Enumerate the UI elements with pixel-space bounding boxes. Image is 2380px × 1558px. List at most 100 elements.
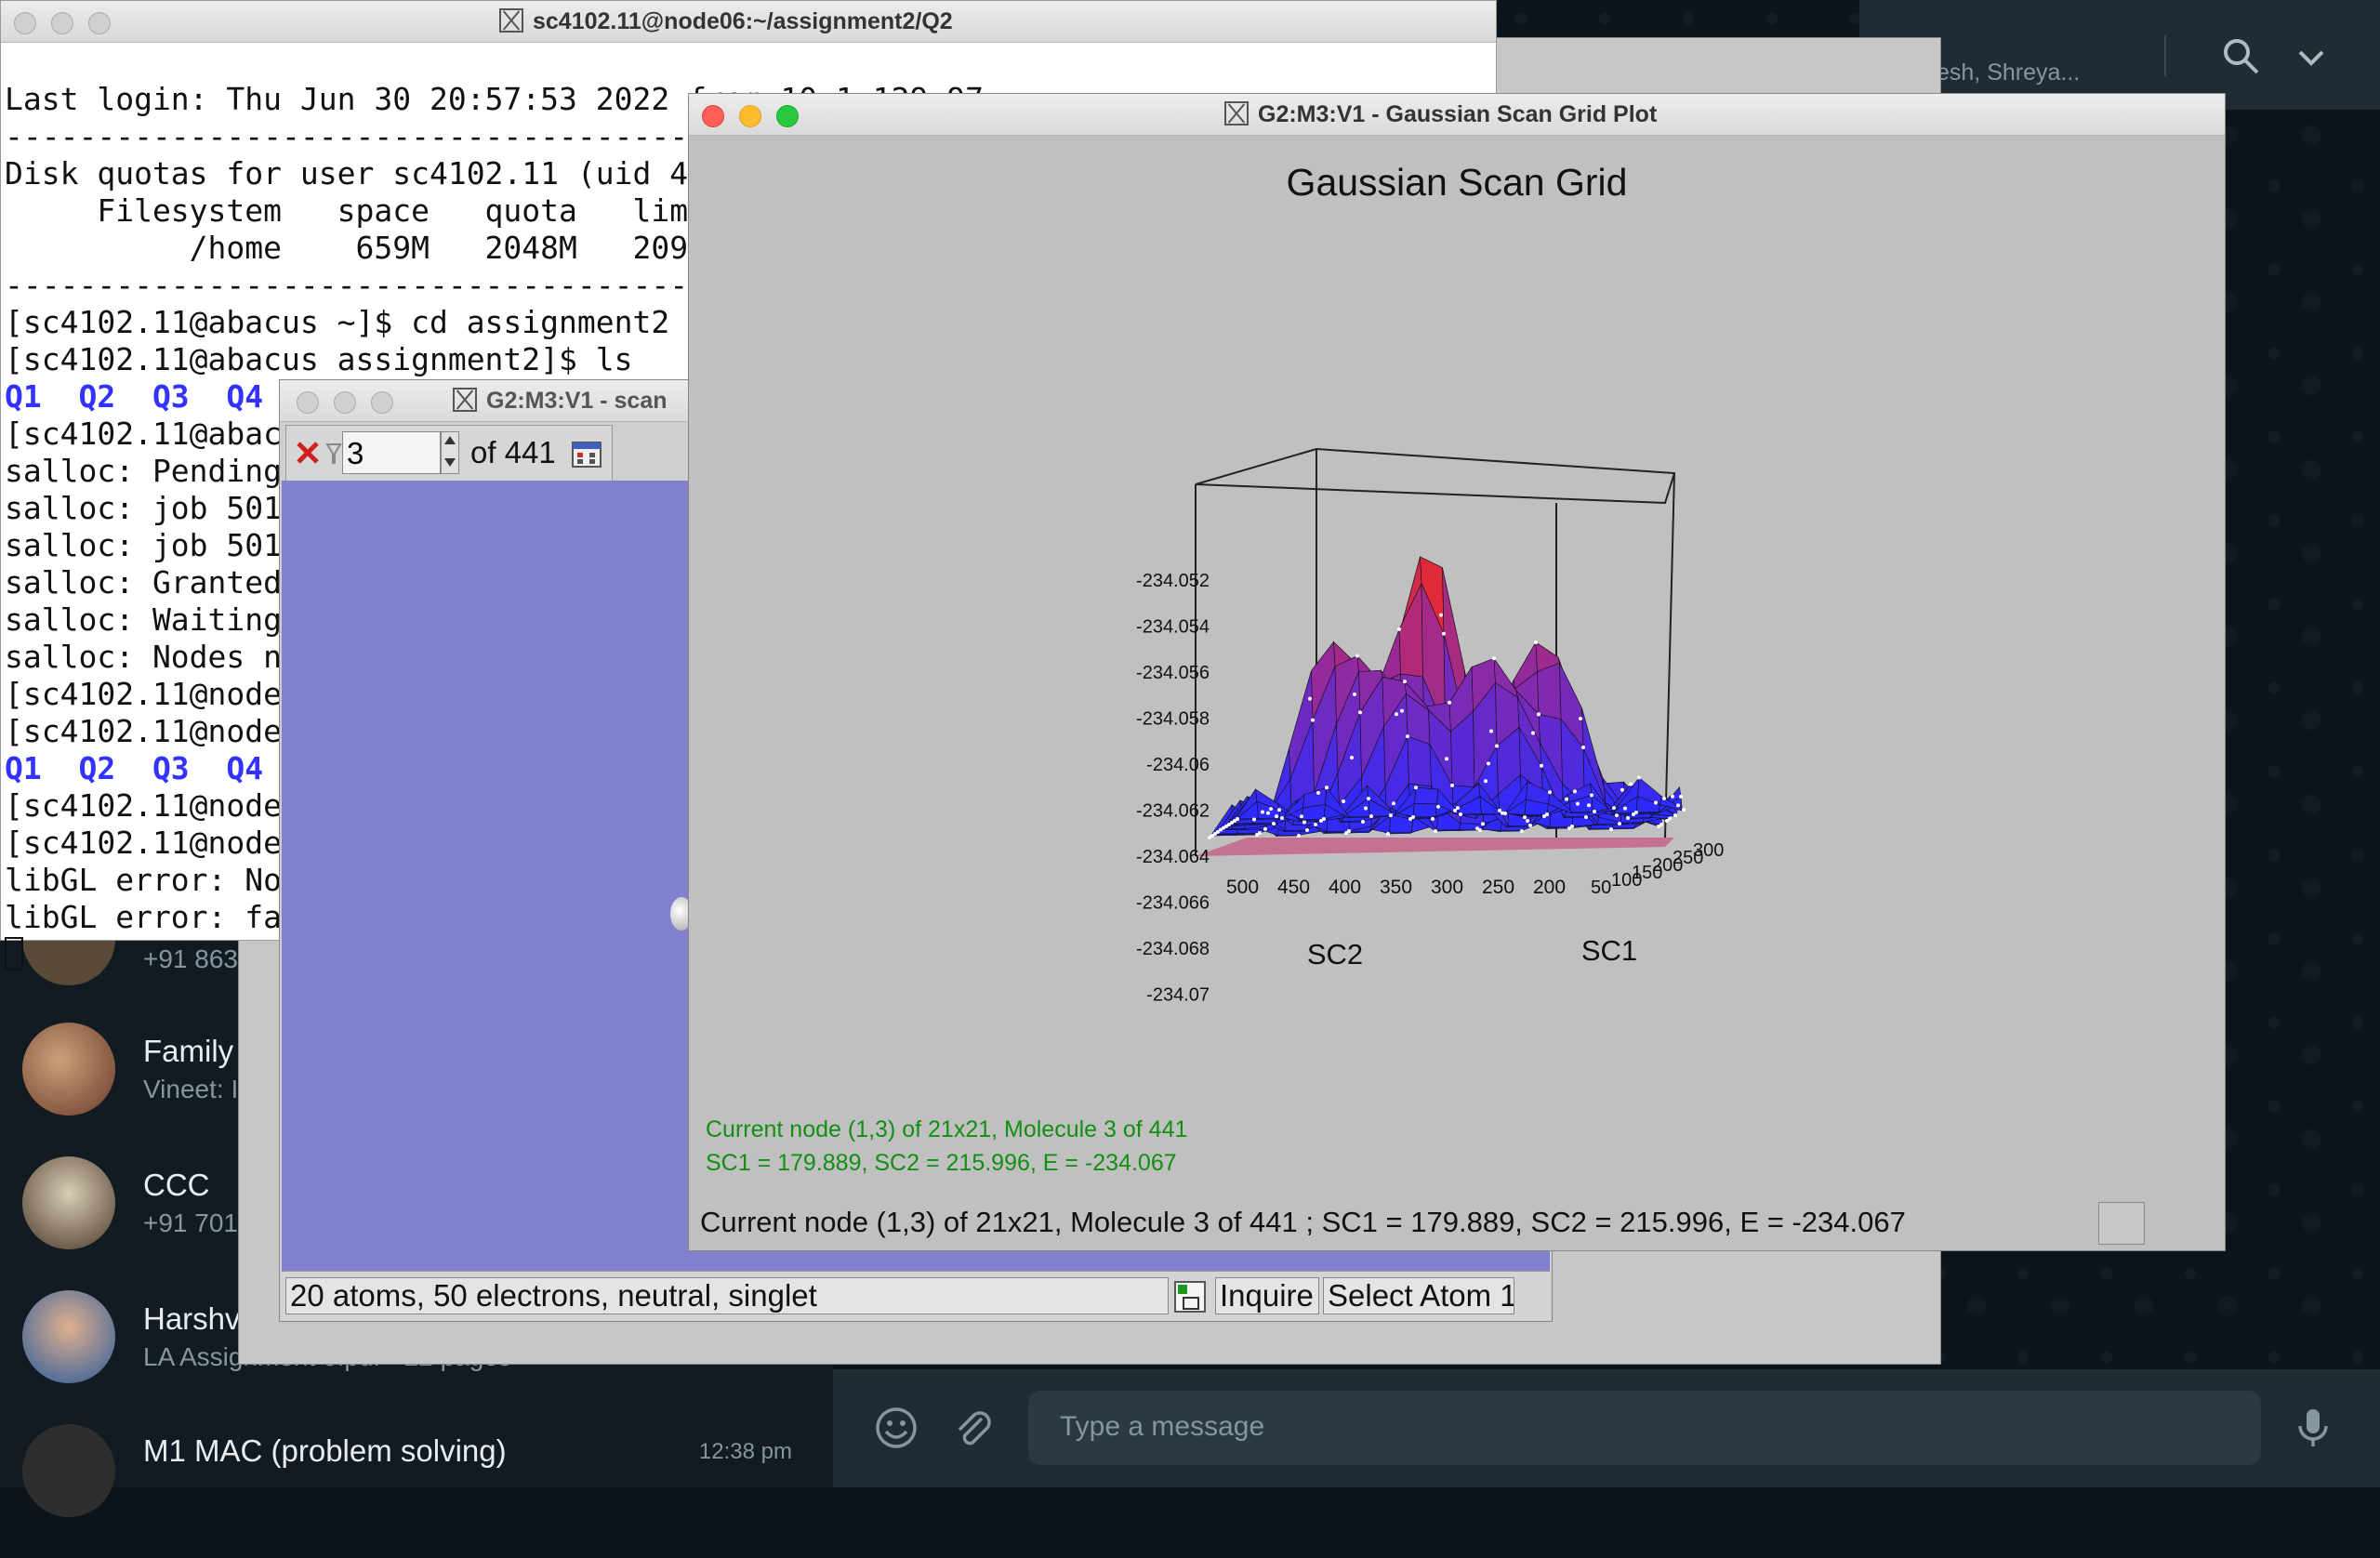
surface-facet — [1537, 662, 1562, 720]
minimize-button[interactable] — [334, 391, 356, 414]
grid-node-marker — [1302, 820, 1306, 825]
avatar — [22, 1290, 115, 1383]
surface-facet — [1569, 811, 1596, 813]
grid-node-marker — [1668, 816, 1672, 821]
grid-node-marker — [1520, 829, 1524, 833]
grid-node-marker — [1570, 825, 1574, 828]
close-button[interactable] — [297, 391, 319, 414]
box-right-edge — [1664, 472, 1675, 838]
chat-name: M1 MAC (problem solving) — [143, 1433, 507, 1468]
molecule-index-input[interactable]: 3 — [342, 431, 441, 474]
emoji-icon[interactable] — [872, 1404, 920, 1452]
grid-node-marker — [1350, 755, 1354, 759]
grid-node-marker — [1673, 813, 1677, 817]
inquire-button[interactable]: Inquire — [1215, 1277, 1319, 1314]
grid-node-marker — [1342, 799, 1345, 804]
grid-node-marker — [1434, 829, 1437, 833]
grid-node-marker — [1261, 810, 1264, 814]
grid-node-marker — [1445, 757, 1448, 761]
model-icon[interactable] — [1172, 1279, 1208, 1314]
z-tick-label: -234.068 — [1136, 939, 1210, 959]
chat-item[interactable]: M1 MAC (problem solving) 12:38 pm — [0, 1424, 833, 1558]
header-divider — [2164, 35, 2166, 76]
grid-node-marker — [1431, 816, 1435, 821]
microphone-icon[interactable] — [2289, 1404, 2337, 1452]
box-top-edges — [1195, 447, 1676, 505]
calendar-icon[interactable] — [571, 439, 602, 469]
grid-node-marker — [1612, 806, 1616, 811]
z-tick-label: -234.062 — [1136, 801, 1210, 822]
grid-node-marker — [1626, 816, 1630, 820]
avatar — [22, 1156, 115, 1249]
surface-plot[interactable]: -234.052 -234.054 -234.056 -234.058 -234.06 -… — [689, 94, 2225, 1191]
terminal-title: sc4102.11@node06:~/assignment2/Q2 — [499, 8, 953, 35]
grid-node-marker — [1531, 731, 1535, 735]
grid-node-marker — [1450, 783, 1454, 787]
x-tick-label: 300 — [1431, 877, 1463, 898]
zoom-button[interactable] — [88, 12, 111, 34]
grid-node-marker — [1355, 654, 1359, 658]
terminal-titlebar[interactable]: sc4102.11@node06:~/assignment2/Q2 — [1, 1, 1496, 43]
grid-node-marker — [1448, 700, 1451, 705]
grid-node-marker — [1682, 808, 1686, 812]
scan-toolbar: 3 of 441 — [285, 425, 613, 482]
grid-node-marker — [1386, 832, 1390, 836]
minimize-button[interactable] — [51, 12, 73, 34]
z-tick-label: -234.056 — [1136, 663, 1210, 683]
grid-node-marker — [1565, 797, 1568, 801]
search-icon[interactable] — [2220, 35, 2261, 76]
select-atom-button[interactable]: Select Atom 1 — [1323, 1277, 1514, 1314]
x-tick-label: 350 — [1380, 877, 1412, 898]
chat-name: CCC — [143, 1168, 210, 1202]
grid-node-marker — [1414, 786, 1418, 790]
x-tick-label: 400 — [1329, 877, 1361, 898]
z-tick-label: -234.058 — [1136, 709, 1210, 730]
chevron-down-icon[interactable] — [2293, 39, 2330, 76]
grid-node-marker — [1676, 803, 1680, 808]
terminal-title-text: sc4102.11@node06:~/assignment2/Q2 — [533, 8, 953, 34]
grid-node-marker — [1587, 803, 1591, 808]
grid-node-marker — [1275, 814, 1278, 819]
grid-node-marker — [1576, 801, 1580, 806]
grid-node-marker — [1495, 744, 1499, 748]
surface-facet — [1257, 817, 1284, 820]
scan-statusbar: 20 atoms, 50 electrons, neutral, singlet… — [282, 1271, 1550, 1320]
grid-node-marker — [1478, 828, 1482, 832]
node-info-line: Current node (1,3) of 21x21, Molecule 3 … — [706, 1116, 1188, 1142]
attach-icon[interactable] — [948, 1404, 997, 1452]
grid-node-marker — [1492, 656, 1496, 661]
grid-node-marker — [1361, 820, 1365, 824]
grid-node-marker — [1573, 789, 1577, 794]
y-axis-label: SC1 — [1581, 934, 1637, 967]
grid-node-marker — [1489, 729, 1493, 733]
surface-facet — [1346, 815, 1373, 818]
grid-node-marker — [1369, 814, 1373, 818]
molecule-index-stepper[interactable] — [441, 431, 459, 474]
chat-preview: Vineet: I — [143, 1075, 239, 1103]
grid-node-marker — [1484, 779, 1488, 784]
grid-node-marker — [1456, 806, 1460, 811]
x-tick-label: 450 — [1277, 877, 1310, 898]
z-tick-label: -234.06 — [1146, 755, 1210, 775]
close-button[interactable] — [14, 12, 36, 34]
x11-icon — [453, 388, 477, 412]
grid-node-marker — [1397, 627, 1401, 631]
plot-window[interactable]: G2:M3:V1 - Gaussian Scan Grid Plot Gauss… — [688, 93, 2226, 1251]
grid-node-marker — [1453, 808, 1457, 812]
grid-node-marker — [1311, 718, 1315, 722]
molecule-total-label: of 441 — [470, 435, 556, 469]
x-tick-label: 250 — [1482, 877, 1514, 898]
grid-node-marker — [1618, 822, 1621, 825]
close-icon[interactable] — [294, 439, 322, 467]
filter-icon[interactable] — [325, 442, 342, 465]
grid-node-marker — [1305, 828, 1309, 832]
grid-node-marker — [1316, 790, 1320, 795]
grid-node-marker — [1280, 816, 1284, 820]
zoom-button[interactable] — [371, 391, 393, 414]
molecule-summary: 20 atoms, 50 electrons, neutral, singlet — [285, 1277, 1169, 1314]
grid-node-marker — [1400, 708, 1404, 713]
surface-facet — [1412, 802, 1437, 818]
surface-facet — [1407, 735, 1432, 787]
grid-node-marker — [1389, 813, 1393, 818]
grid-node-marker — [1623, 806, 1627, 811]
